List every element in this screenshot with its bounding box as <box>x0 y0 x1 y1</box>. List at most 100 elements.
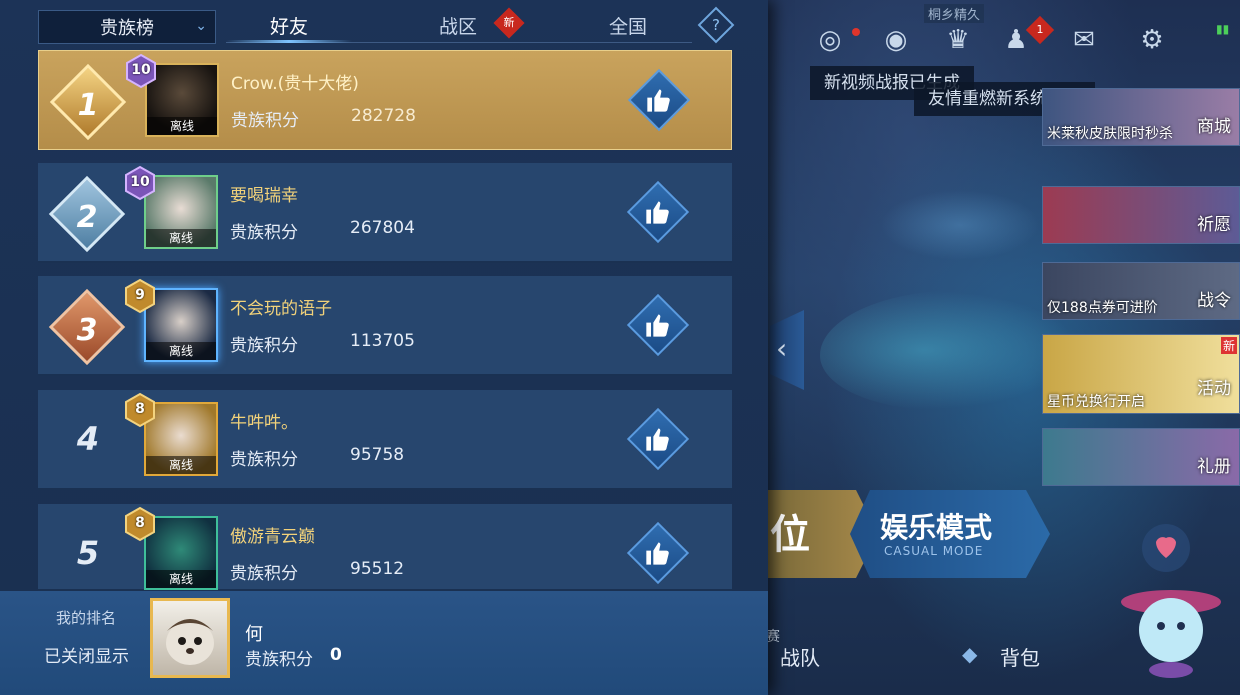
help-icon: ? <box>712 16 720 34</box>
side-card-giftbook[interactable]: 礼册 <box>1042 428 1240 486</box>
score-label: 贵族积分 <box>230 564 298 584</box>
leaderboard-row[interactable]: 1 离线 10 Crow.(贵十大佬) 贵族积分 282728 <box>38 50 732 150</box>
rank-badge-bronze: 3 <box>48 288 126 366</box>
settings-gear-icon[interactable]: ⚙ <box>1134 22 1170 58</box>
rank-number: 4 <box>76 420 100 458</box>
wifi-signal-icon: ▮▮ <box>1216 22 1230 36</box>
side-card-label: 活动 <box>1197 379 1231 399</box>
thumbs-up-icon <box>646 314 669 337</box>
side-card-shop[interactable]: 米莱秋皮肤限时秒杀 商城 <box>1042 88 1240 146</box>
rank-badge-gold: 1 <box>49 63 127 141</box>
my-avatar-image <box>166 619 214 665</box>
chevron-left-icon: ‹ <box>776 332 788 365</box>
score-label: 贵族积分 <box>230 223 298 243</box>
side-card-activity[interactable]: 新 星币兑换行开启 活动 <box>1042 334 1240 414</box>
player-name: 不会玩的语子 <box>230 299 332 319</box>
noble-level: 10 <box>131 62 151 78</box>
noble-level-badge: 8 <box>122 506 158 542</box>
noble-level-badge: 10 <box>123 53 159 89</box>
noble-level: 10 <box>130 174 150 190</box>
leaderboard-row[interactable]: 2 离线 10 要喝瑞幸 贵族积分 267804 <box>38 163 732 263</box>
side-card-caption: 仅188点券可进阶 <box>1047 300 1158 316</box>
noble-level: 9 <box>135 287 145 303</box>
thumbs-up-icon <box>647 89 670 112</box>
active-tab-indicator <box>226 40 352 43</box>
score-label: 贵族积分 <box>230 336 298 356</box>
side-card-label: 祈愿 <box>1197 215 1231 235</box>
lobby-scenery <box>880 190 1040 260</box>
rank-number: 1 <box>77 88 99 124</box>
side-card-caption: 星币兑换行开启 <box>1047 394 1145 410</box>
leaderboard-row[interactable]: 3 离线 9 不会玩的语子 贵族积分 113705 <box>38 276 732 376</box>
score-value: 282728 <box>351 106 416 126</box>
trophy-icon[interactable]: ♛ <box>940 22 976 58</box>
score-label: 贵族积分 <box>231 111 299 131</box>
leaderboard-row[interactable]: 5 离线 8 傲游青云巅 贵族积分 95512 <box>38 504 732 591</box>
my-name: 何 <box>245 624 263 645</box>
player-name: 牛吽吽。 <box>230 413 298 433</box>
new-badge-text: 新 <box>503 16 515 29</box>
score-value: 95512 <box>350 559 405 579</box>
score-value: 95758 <box>350 445 405 465</box>
backpack-button[interactable]: 背包 <box>1000 642 1040 671</box>
side-card-label: 战令 <box>1197 291 1231 311</box>
like-button[interactable] <box>626 407 690 471</box>
noble-level: 8 <box>135 401 145 417</box>
casual-mode-title: 娱乐模式 <box>880 511 993 544</box>
score-value: 267804 <box>350 218 415 238</box>
offline-label: 离线 <box>146 456 216 474</box>
my-score-value: 0 <box>330 645 342 665</box>
side-card-label: 商城 <box>1197 117 1231 137</box>
thumbs-up-icon <box>646 428 669 451</box>
pet-mascot[interactable] <box>1116 520 1226 680</box>
my-avatar[interactable] <box>150 598 230 678</box>
player-name: Crow.(贵十大佬) <box>231 74 359 94</box>
ranked-mode-label: 位 <box>770 512 810 558</box>
like-button[interactable] <box>626 521 690 585</box>
like-button[interactable] <box>626 180 690 244</box>
noble-level-badge: 10 <box>122 165 158 201</box>
tab-national[interactable]: 全国 <box>570 12 686 42</box>
noble-level-badge: 8 <box>122 392 158 428</box>
rank-number: 5 <box>76 534 100 572</box>
offline-label: 离线 <box>147 117 217 135</box>
side-card-label: 礼册 <box>1197 457 1231 477</box>
player-name: 要喝瑞幸 <box>230 186 298 206</box>
friends-badge-count: 1 <box>1036 23 1044 36</box>
casual-mode-subtitle: CASUAL MODE <box>884 544 984 558</box>
thumbs-up-icon <box>646 542 669 565</box>
like-button[interactable] <box>627 68 691 132</box>
like-button[interactable] <box>626 293 690 357</box>
mail-icon[interactable]: ✉ <box>1066 22 1102 58</box>
leaderboard-row[interactable]: 4 离线 8 牛吽吽。 贵族积分 95758 <box>38 390 732 490</box>
noble-level-badge: 9 <box>122 278 158 314</box>
my-score-label: 贵族积分 <box>245 650 313 670</box>
casual-mode-button[interactable]: 娱乐模式 CASUAL MODE <box>850 490 1050 578</box>
rank-number: 3 <box>76 313 98 349</box>
home-tag: 桐乡精久 <box>924 4 985 23</box>
video-eye-icon[interactable]: ◉ <box>878 22 914 58</box>
rank-badge-silver: 2 <box>48 175 126 253</box>
board-type-dropdown[interactable]: 贵族榜 ⌄ <box>38 10 216 44</box>
target-icon[interactable]: ◎ <box>812 22 848 58</box>
score-label: 贵族积分 <box>230 450 298 470</box>
target-red-dot <box>852 28 860 36</box>
my-rank-label: 我的排名 <box>56 609 117 627</box>
board-type-label: 贵族榜 <box>100 18 154 39</box>
chevron-down-icon: ⌄ <box>195 18 207 34</box>
region-new-badge: 新 <box>493 7 525 39</box>
thumbs-up-icon <box>646 201 669 224</box>
rank-number: 2 <box>76 200 98 236</box>
offline-label: 离线 <box>146 229 216 247</box>
score-value: 113705 <box>350 331 415 351</box>
backpack-icon: ◆ <box>962 642 978 666</box>
side-card-battlepass[interactable]: 仅188点券可进阶 战令 <box>1042 262 1240 320</box>
team-button[interactable]: 战队 <box>780 642 820 671</box>
side-card-wish[interactable]: 祈愿 <box>1042 186 1240 244</box>
bottom-partial-label: 赛 <box>766 629 780 645</box>
player-name: 傲游青云巅 <box>230 527 315 547</box>
new-badge: 新 <box>1220 337 1237 354</box>
side-card-caption: 米莱秋皮肤限时秒杀 <box>1047 126 1173 142</box>
tab-friends[interactable]: 好友 <box>226 12 352 42</box>
my-rank-status: 已关闭显示 <box>44 647 129 667</box>
